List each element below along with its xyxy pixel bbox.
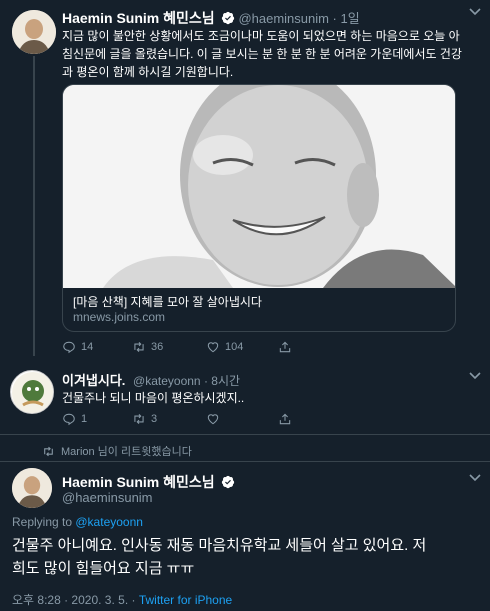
verified-icon	[221, 11, 234, 25]
replying-to-handle[interactable]: @kateyoonn	[75, 515, 143, 529]
tweet-text-line: 침신문에 글을 올렸습니다. 이 글 보시는 분 한 분 한 분 어려운 가운데…	[62, 47, 462, 61]
reply-button[interactable]: 14	[62, 340, 93, 354]
author-name[interactable]: Haemin Sunim 혜민스님	[62, 474, 215, 490]
divider	[0, 461, 490, 462]
author-name[interactable]: 이겨냅시다.	[62, 373, 125, 388]
replying-to: Replying to @kateyoonn	[12, 515, 143, 529]
avatar[interactable]	[12, 10, 56, 54]
retweet-button[interactable]: 36	[132, 340, 163, 354]
retweet-icon	[134, 413, 144, 425]
author-handle[interactable]: @kateyoonn · 8시간	[133, 374, 240, 388]
retweet-button[interactable]: 3	[132, 412, 157, 426]
tweet-header: 이겨냅시다. @kateyoonn · 8시간	[62, 370, 240, 389]
card-image	[63, 85, 455, 288]
verified-icon	[221, 475, 235, 489]
retweet-count: 3	[151, 413, 158, 425]
tweet-text: 건물주 아니예요. 인사동 재동 마음치유학교 세들어 살고 있어요. 저 희도…	[12, 534, 426, 580]
avatar[interactable]	[10, 370, 54, 414]
like-icon	[207, 414, 219, 425]
tweet-text-line: 지금 많이 불안한 상황에서도 조금이나마 도움이 되었으면 하는 마음으로 오…	[62, 29, 460, 43]
tweet-header: Haemin Sunim 혜민스님 @haeminsunim · 1일	[62, 8, 360, 28]
card-title: [마음 산책] 지혜를 모아 잘 살아냅시다	[73, 295, 262, 309]
reply-icon	[63, 341, 75, 354]
share-button[interactable]	[278, 340, 292, 354]
tweet-text-line: 희도 많이 힘들어요 지금 ㅠㅠ	[12, 560, 195, 577]
author-name[interactable]: Haemin Sunim 혜민스님	[62, 10, 215, 26]
tweet-text: 건물주나 되니 마음이 평온하시겠지..	[62, 391, 245, 405]
reply-button[interactable]: 1	[62, 412, 87, 426]
like-button[interactable]: 104	[206, 340, 243, 354]
more-icon[interactable]	[465, 470, 485, 486]
share-button[interactable]	[278, 412, 292, 426]
tweet-header: Haemin Sunim 혜민스님	[62, 472, 235, 492]
retweet-note-text[interactable]: Marion 님이 리트윗했습니다	[61, 443, 192, 459]
retweet-icon	[44, 446, 53, 456]
tweet-text-line: 건물주 아니예요. 인사동 재동 마음치유학교 세들어 살고 있어요. 저	[12, 537, 427, 554]
more-icon[interactable]	[465, 4, 485, 20]
thread-line	[33, 56, 35, 356]
retweet-note: Marion 님이 리트윗했습니다	[42, 443, 192, 459]
like-button[interactable]	[206, 412, 220, 426]
share-icon	[279, 341, 291, 353]
retweet-count: 36	[151, 341, 164, 353]
avatar[interactable]	[12, 468, 52, 508]
author-handle[interactable]: @haeminsunim · 1일	[238, 11, 359, 26]
like-icon	[207, 342, 219, 353]
card-domain: mnews.joins.com	[73, 310, 166, 324]
link-card[interactable]: [마음 산책] 지혜를 모아 잘 살아냅시다 mnews.joins.com	[62, 84, 456, 332]
tweet-text-line: 과 평온이 함께 하시길 기원합니다.	[62, 65, 234, 79]
reply-count: 14	[81, 341, 94, 353]
tweet-meta: 오후 8:28 · 2020. 3. 5. · Twitter for iPho…	[12, 591, 232, 608]
more-icon[interactable]	[465, 368, 485, 384]
divider	[0, 434, 490, 435]
reply-count: 1	[81, 413, 88, 425]
share-icon	[279, 413, 291, 425]
tweet-source[interactable]: Twitter for iPhone	[139, 593, 232, 607]
tweet-text: 지금 많이 불안한 상황에서도 조금이나마 도움이 되었으면 하는 마음으로 오…	[62, 27, 462, 81]
replying-to-label: Replying to	[12, 515, 76, 529]
author-handle[interactable]: @haeminsunim	[62, 490, 153, 505]
like-count: 104	[225, 341, 244, 353]
retweet-icon	[134, 341, 144, 353]
tweet-timestamp[interactable]: 오후 8:28 · 2020. 3. 5. ·	[12, 593, 139, 607]
reply-icon	[63, 413, 75, 426]
